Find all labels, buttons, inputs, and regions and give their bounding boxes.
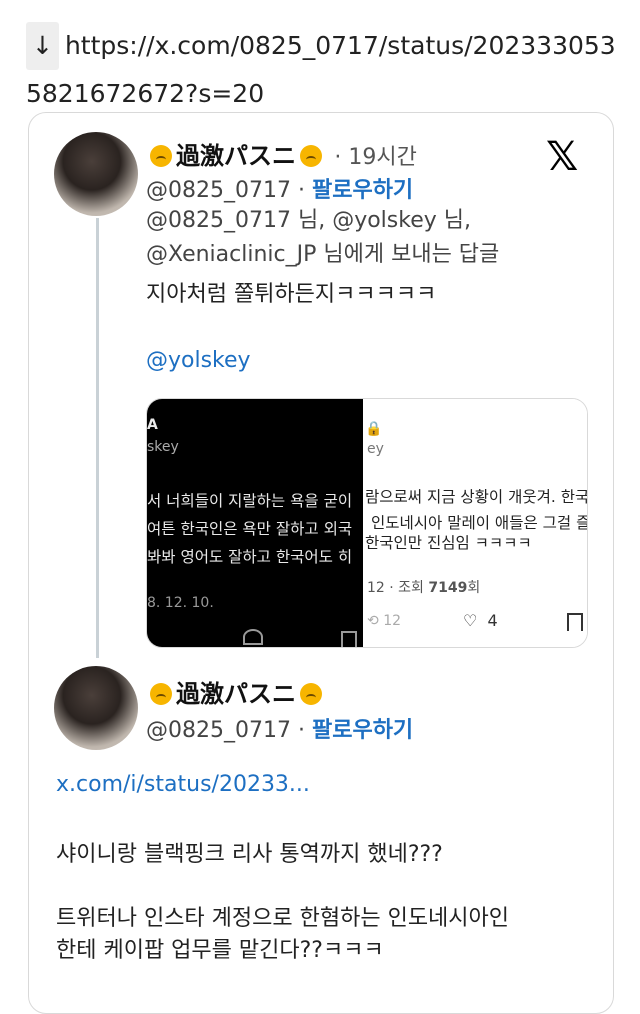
tweet-body-line: 한테 케이팝 업무를 맡긴다??ㅋㅋㅋ xyxy=(56,938,384,963)
grimace-emoji-icon xyxy=(150,145,172,167)
mention-link[interactable]: @yolskey xyxy=(146,344,251,378)
grimace-emoji-icon xyxy=(150,683,172,705)
image-like-count: 4 xyxy=(487,611,498,630)
image-text-line: 람으로써 지금 상황이 개웃겨. 한국 xyxy=(365,488,588,506)
grimace-emoji-icon xyxy=(300,145,322,167)
avatar[interactable] xyxy=(54,132,138,216)
image-text-line: 한국인만 진심임 ㅋㅋㅋㅋ xyxy=(365,534,532,552)
handle-row: @0825_0717 · 팔로우하기 xyxy=(146,178,414,203)
status-link[interactable]: x.com/i/status/20233... xyxy=(56,768,310,802)
image-account-name: A xyxy=(147,417,158,433)
x-logo-icon[interactable]: 𝕏 xyxy=(546,134,578,180)
status-url-link[interactable]: https://x.com/0825_0717/status/202333053… xyxy=(26,31,616,108)
download-arrow-icon[interactable]: ↓ xyxy=(26,22,59,70)
image-like-stat: ♡ 4 xyxy=(463,611,498,630)
image-view-count: 7149 xyxy=(428,580,468,596)
attached-image[interactable]: A skey 서 너희들이 지랄하는 욕을 굳이 여튼 한국인은 욕만 잘하고 … xyxy=(146,398,588,648)
bookmark-icon xyxy=(567,613,583,631)
handle-row: @0825_0717 · 팔로우하기 xyxy=(146,718,414,743)
heart-icon: ♡ xyxy=(463,611,478,630)
image-left-panel: A skey 서 너희들이 지랄하는 욕을 굳이 여튼 한국인은 욕만 잘하고 … xyxy=(147,399,363,647)
display-name-row[interactable]: 過激パスニ · 19시간 xyxy=(146,136,417,171)
handle[interactable]: @0825_0717 xyxy=(146,718,291,743)
avatar[interactable] xyxy=(54,666,138,750)
image-view-stats: 12 · 조회 7149회 xyxy=(367,577,480,597)
image-account-handle: skey xyxy=(147,439,179,455)
image-date: 8. 12. 10. xyxy=(147,595,214,611)
image-text-line: 봐봐 영어도 잘하고 한국어도 히 xyxy=(147,548,353,566)
heart-icon xyxy=(243,629,263,645)
display-name: 過激パスニ xyxy=(176,680,296,708)
url-text-row[interactable]: ↓ https://x.com/0825_0717/status/20233305… xyxy=(26,22,616,118)
tweet-body-line: 트위터나 인스타 계정으로 한혐하는 인도네시아인 xyxy=(56,906,510,931)
retweet-icon: ⟲ 12 xyxy=(367,613,402,629)
follow-button[interactable]: 팔로우하기 xyxy=(312,178,413,203)
image-stats-prefix: 12 · 조회 xyxy=(367,580,429,596)
reply-context-line: @Xeniaclinic_JP 님에게 보내는 답글 xyxy=(146,242,500,267)
timestamp[interactable]: · 19시간 xyxy=(334,145,416,170)
lock-icon: 🔒 xyxy=(365,421,383,437)
tweet-body: 지아처럼 쫄튀하든지ㅋㅋㅋㅋㅋ xyxy=(146,282,437,307)
image-text-line: 여튼 한국인은 욕만 잘하고 외국 xyxy=(147,520,353,538)
image-right-panel: 🔒 ey 람으로써 지금 상황이 개웃겨. 한국 인도네시아 말레이 애들은 그… xyxy=(363,399,587,647)
reply-context-line: @0825_0717 님, @yolskey 님, xyxy=(146,208,471,233)
bookmark-icon xyxy=(341,631,357,647)
image-retweet-count: 12 xyxy=(383,613,402,629)
tweet-body-line: 샤이니랑 블랙핑크 리사 통역까지 했네??? xyxy=(56,842,443,867)
follow-button[interactable]: 팔로우하기 xyxy=(312,718,413,743)
thread-connector-line xyxy=(96,218,99,658)
image-text-line: 인도네시아 말레이 애들은 그걸 즐기 xyxy=(371,514,588,532)
handle[interactable]: @0825_0717 xyxy=(146,178,291,203)
image-view-suffix: 회 xyxy=(467,580,481,596)
grimace-emoji-icon xyxy=(300,683,322,705)
display-name-row[interactable]: 過激パスニ xyxy=(146,674,326,709)
reply-context: @0825_0717 님, @yolskey 님, @Xeniaclinic_J… xyxy=(146,204,499,272)
image-text-line: 서 너희들이 지랄하는 욕을 굳이 xyxy=(147,492,353,510)
image-account-handle: ey xyxy=(367,441,384,457)
display-name: 過激パスニ xyxy=(176,142,296,170)
